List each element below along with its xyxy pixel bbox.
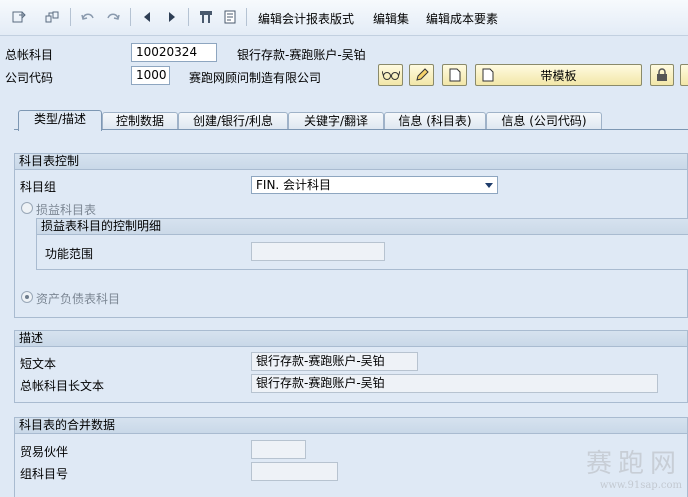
- company-code-field[interactable]: 1000: [131, 66, 170, 85]
- company-code-description: 赛跑网顾问制造有限公司: [189, 71, 322, 85]
- menu-edit-set[interactable]: 编辑集: [373, 10, 409, 27]
- description-panel: 描述 短文本 银行存款-赛跑账户-吴铂 总帐科目长文本 银行存款-赛跑账户-吴铂: [14, 330, 688, 403]
- bs-account-radio[interactable]: [21, 291, 33, 303]
- short-text-label: 短文本: [20, 357, 57, 371]
- company-code-label: 公司代码: [5, 71, 54, 85]
- pl-detail-title: 损益表科目的控制明细: [37, 219, 688, 235]
- with-template-label: 带模板: [540, 68, 577, 83]
- tab-info-company-code[interactable]: 信息 (公司代码): [486, 112, 602, 130]
- undo-icon[interactable]: [78, 7, 98, 27]
- short-text-field[interactable]: 银行存款-赛跑账户-吴铂: [251, 352, 418, 371]
- watermark-url: www.91sap.com: [599, 480, 682, 491]
- menu-edit-fs-version[interactable]: 编辑会计报表版式: [258, 10, 354, 27]
- watermark-logo-text: 赛跑网: [585, 449, 682, 479]
- pl-account-label: 损益科目表: [36, 203, 97, 217]
- trading-partner-label: 贸易伙伴: [20, 445, 69, 459]
- application-toolbar: 编辑会计报表版式 编辑集 编辑成本要素: [0, 0, 688, 36]
- site-watermark: 赛跑网 www.91sap.com: [586, 443, 682, 491]
- long-text-label: 总帐科目长文本: [20, 379, 105, 393]
- next-icon[interactable]: [162, 7, 182, 27]
- create-button[interactable]: [442, 64, 467, 86]
- switch-display-change-icon[interactable]: [9, 7, 29, 27]
- redo-icon[interactable]: [103, 7, 123, 27]
- template-page-icon: [482, 68, 494, 82]
- account-group-value: FIN. 会计科目: [256, 178, 332, 192]
- description-title: 描述: [15, 331, 687, 347]
- group-account-field[interactable]: [251, 462, 338, 481]
- change-button[interactable]: [409, 64, 434, 86]
- account-group-dropdown[interactable]: FIN. 会计科目: [251, 176, 498, 194]
- tab-type-description[interactable]: 类型/描述: [18, 110, 102, 131]
- gl-account-description: 银行存款-赛跑账户-吴铂: [237, 48, 366, 62]
- menu-edit-cost-element[interactable]: 编辑成本要素: [426, 10, 498, 27]
- chevron-down-icon[interactable]: [485, 183, 493, 188]
- with-template-button[interactable]: 带模板: [475, 64, 642, 86]
- tab-divider: [14, 129, 688, 130]
- coa-control-panel: 科目表控制 科目组 FIN. 会计科目 损益科目表 损益表科目的控制明细 功能范…: [14, 153, 688, 318]
- tab-strip: 类型/描述 控制数据 创建/银行/利息 关键字/翻译 信息 (科目表) 信息 (…: [0, 108, 688, 131]
- tab-keyword-translation[interactable]: 关键字/翻译: [288, 112, 384, 130]
- functional-area-field[interactable]: [251, 242, 385, 261]
- bs-account-label: 资产负债表科目: [36, 292, 121, 306]
- pl-detail-group: 损益表科目的控制明细 功能范围: [36, 218, 688, 270]
- trading-partner-field[interactable]: [251, 440, 306, 459]
- gl-account-label: 总帐科目: [5, 48, 54, 62]
- gl-account-field[interactable]: 10020324: [131, 43, 217, 62]
- long-text-field[interactable]: 银行存款-赛跑账户-吴铂: [251, 374, 658, 393]
- more-button[interactable]: [680, 64, 688, 86]
- glasses-display-button[interactable]: [378, 64, 403, 86]
- tab-create-bank-interest[interactable]: 创建/银行/利息: [178, 112, 288, 130]
- tab-control-data[interactable]: 控制数据: [102, 112, 178, 130]
- previous-icon[interactable]: [137, 7, 157, 27]
- other-object-icon[interactable]: [42, 7, 62, 27]
- group-account-label: 组科目号: [20, 467, 69, 481]
- pencil-icon: [415, 68, 429, 81]
- pl-account-radio[interactable]: [21, 202, 33, 214]
- account-group-label: 科目组: [20, 180, 57, 194]
- functional-area-label: 功能范围: [45, 247, 94, 261]
- print-preview-icon[interactable]: [196, 7, 216, 27]
- glasses-icon: [381, 70, 400, 80]
- coa-control-title: 科目表控制: [15, 154, 687, 170]
- blank-page-icon: [449, 68, 460, 82]
- consolidation-title: 科目表的合并数据: [15, 418, 687, 434]
- document-icon[interactable]: [220, 7, 240, 27]
- lock-icon: [657, 68, 667, 81]
- tab-info-coa[interactable]: 信息 (科目表): [384, 112, 486, 130]
- lock-button[interactable]: [650, 64, 674, 86]
